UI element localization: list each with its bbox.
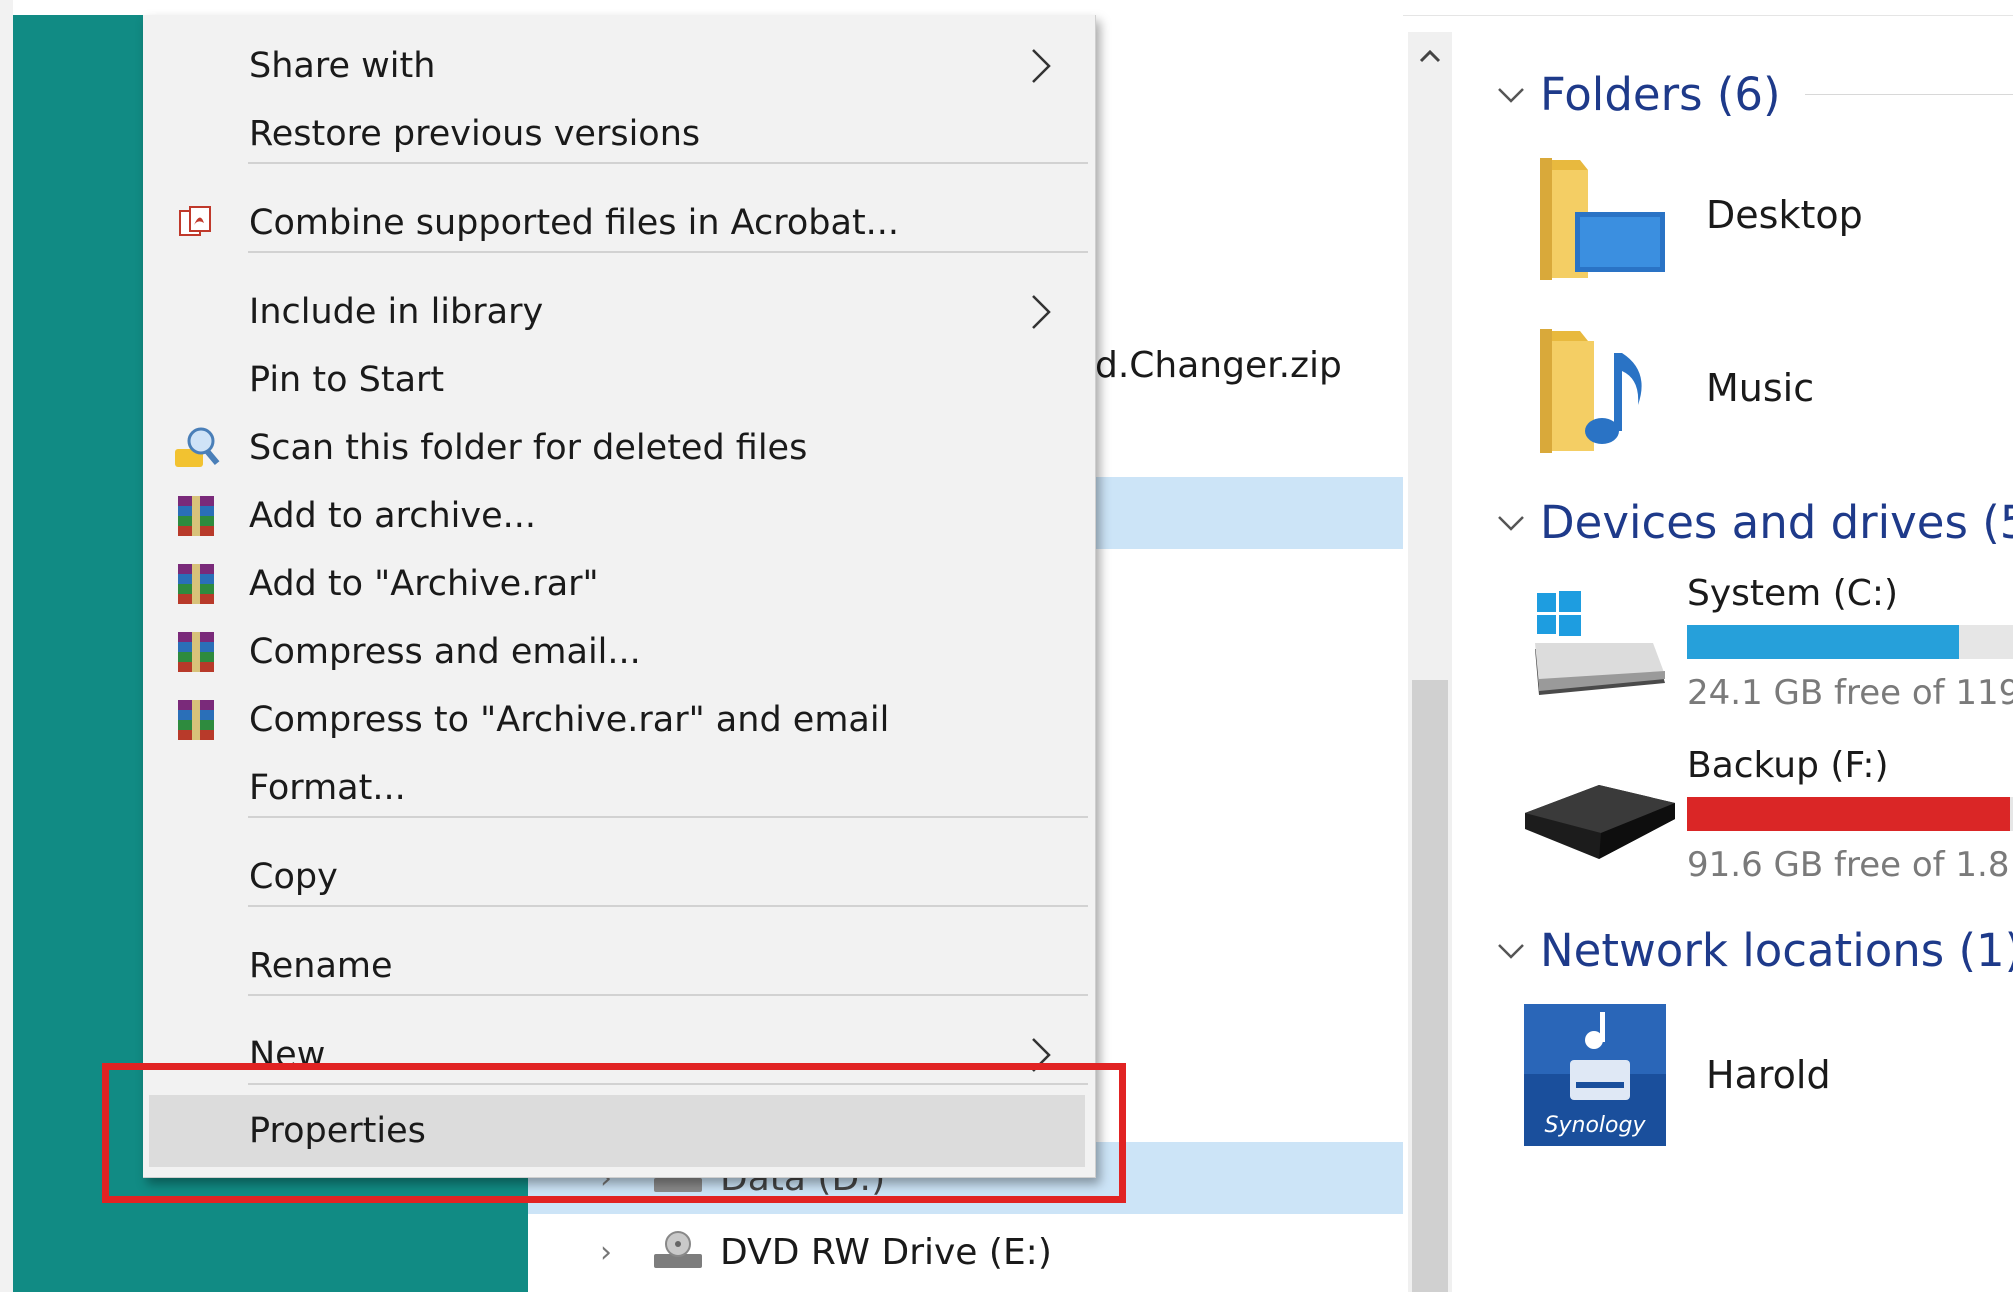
menu-item-label: Copy: [249, 857, 338, 897]
synology-nas-icon: Synology: [1520, 1000, 1670, 1150]
folders-group-header[interactable]: Folders (6): [1488, 68, 2013, 121]
drive-usage-bar: [1687, 797, 2013, 831]
winrar-icon: [169, 625, 223, 679]
menu-item-label: Scan this folder for deleted files: [249, 428, 808, 468]
folders-group-title: Folders (6): [1540, 68, 1781, 121]
scroll-up-arrow-icon[interactable]: [1408, 40, 1452, 80]
submenu-arrow-icon: [1032, 49, 1051, 83]
folder-label: Music: [1706, 366, 1815, 410]
menu-item-label: Restore previous versions: [249, 114, 701, 154]
menu-item-restore-previous-versions[interactable]: Restore previous versions: [143, 102, 1095, 166]
drive-usage-fill: [1687, 625, 1959, 659]
window-left-edge: [0, 0, 13, 1292]
menu-separator: [248, 816, 1088, 818]
menu-item-rename[interactable]: Rename: [143, 934, 1095, 998]
menu-item-label: Compress to "Archive.rar" and email: [249, 700, 890, 740]
menu-item-label: Add to "Archive.rar": [249, 564, 599, 604]
menu-item-add-to-archive[interactable]: Add to archive...: [143, 484, 1095, 548]
collapse-chevron-icon[interactable]: [1488, 72, 1534, 118]
network-item-harold[interactable]: Synology Harold: [1520, 1000, 1831, 1150]
submenu-arrow-icon: [1032, 295, 1051, 329]
winrar-icon: [169, 693, 223, 747]
music-folder-icon: [1520, 313, 1670, 463]
menu-item-compress-and-email[interactable]: Compress and email...: [143, 620, 1095, 684]
devices-group-title: Devices and drives (5): [1540, 496, 2013, 549]
scrollbar-thumb[interactable]: [1412, 680, 1448, 1292]
folder-item-music[interactable]: Music: [1520, 313, 1814, 463]
menu-separator: [248, 251, 1088, 253]
drive-usage-bar: [1687, 625, 2013, 659]
menu-item-scan-deleted-files[interactable]: Scan this folder for deleted files: [143, 416, 1095, 480]
window-top-edge: [0, 0, 2013, 16]
menu-item-label: Include in library: [249, 292, 544, 332]
system-drive-icon: [1525, 583, 1675, 703]
tree-item-dvd-drive[interactable]: › DVD RW Drive (E:): [600, 1222, 1052, 1282]
menu-item-copy[interactable]: Copy: [143, 845, 1095, 909]
group-divider: [1804, 94, 2013, 95]
winrar-icon: [169, 489, 223, 543]
collapse-chevron-icon[interactable]: [1488, 928, 1534, 974]
drive-free-space: 91.6 GB free of 1.81 T: [1687, 845, 2013, 885]
drive-usage-fill: [1687, 797, 2010, 831]
drive-name: System (C:): [1687, 573, 1899, 614]
expand-chevron-icon[interactable]: ›: [600, 1235, 650, 1270]
menu-item-label: Properties: [249, 1111, 426, 1151]
menu-separator: [248, 1083, 1088, 1085]
folder-item-desktop[interactable]: Desktop: [1520, 140, 1863, 290]
menu-item-label: Rename: [249, 946, 393, 986]
desktop-folder-icon: [1520, 140, 1670, 290]
collapse-chevron-icon[interactable]: [1488, 500, 1534, 546]
selected-tree-row[interactable]: [1095, 477, 1403, 549]
menu-item-share-with[interactable]: Share with: [143, 34, 1095, 98]
winrar-icon: [169, 557, 223, 611]
folder-label: Desktop: [1706, 193, 1863, 237]
menu-item-new[interactable]: New: [143, 1023, 1095, 1087]
menu-item-combine-acrobat[interactable]: Combine supported files in Acrobat...: [143, 191, 1095, 255]
drive-name: Backup (F:): [1687, 745, 1889, 786]
submenu-arrow-icon: [1032, 1038, 1051, 1072]
dvd-drive-icon: [654, 1231, 702, 1268]
menu-item-pin-to-start[interactable]: Pin to Start: [143, 348, 1095, 412]
devices-group-header[interactable]: Devices and drives (5): [1488, 496, 2013, 549]
menu-separator: [248, 994, 1088, 996]
menu-separator: [248, 162, 1088, 164]
menu-item-label: Format...: [249, 768, 406, 808]
menu-item-format[interactable]: Format...: [143, 756, 1095, 820]
network-group-header[interactable]: Network locations (1): [1488, 924, 2013, 977]
menu-item-label: Add to archive...: [249, 496, 536, 536]
context-menu[interactable]: Share with Restore previous versions Com…: [143, 15, 1096, 1178]
synology-brand-text: Synology: [1545, 1113, 1647, 1138]
network-group-title: Network locations (1): [1540, 924, 2013, 977]
scan-deleted-files-icon: [169, 421, 223, 475]
menu-item-label: New: [249, 1035, 326, 1075]
menu-item-include-in-library[interactable]: Include in library: [143, 280, 1095, 344]
menu-separator: [248, 905, 1088, 907]
menu-item-label: Pin to Start: [249, 360, 445, 400]
menu-item-label: Combine supported files in Acrobat...: [249, 203, 900, 243]
menu-item-add-to-archive-rar[interactable]: Add to "Archive.rar": [143, 552, 1095, 616]
menu-item-compress-to-archive-and-email[interactable]: Compress to "Archive.rar" and email: [143, 688, 1095, 752]
menu-item-properties[interactable]: Properties: [149, 1095, 1085, 1167]
acrobat-icon: [169, 196, 223, 250]
network-location-label: Harold: [1706, 1053, 1831, 1097]
zip-file-name[interactable]: d.Changer.zip: [1095, 345, 1342, 386]
menu-item-label: Share with: [249, 46, 436, 86]
external-drive-icon: [1525, 755, 1675, 875]
tree-item-label: DVD RW Drive (E:): [720, 1231, 1052, 1273]
drive-free-space: 24.1 GB free of 119 G: [1687, 673, 2013, 713]
menu-item-label: Compress and email...: [249, 632, 641, 672]
